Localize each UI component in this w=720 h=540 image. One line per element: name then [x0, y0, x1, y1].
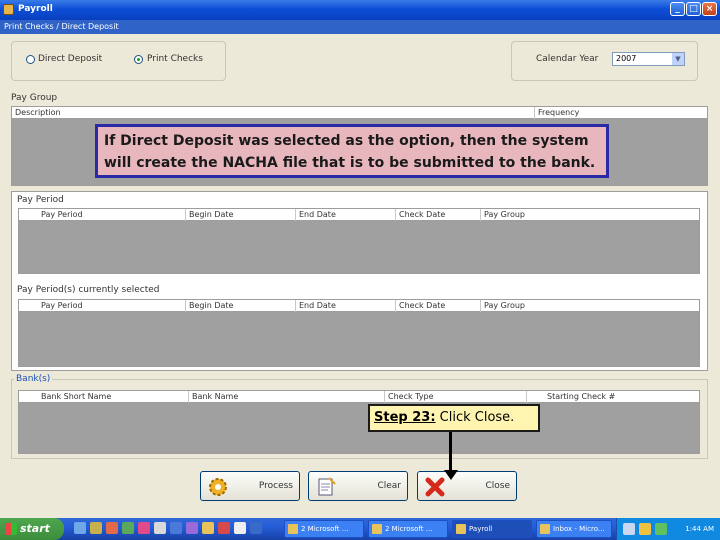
quick-launch-icon[interactable] — [106, 522, 118, 534]
taskbar: start 2 Microsoft ... 2 Microsoft ... Pa… — [0, 518, 720, 540]
pointer-arrow-icon — [449, 432, 452, 472]
pay-period-label: Pay Period — [17, 195, 64, 205]
quick-launch-icon[interactable] — [250, 522, 262, 534]
breadcrumb: Print Checks / Direct Deposit — [0, 20, 720, 34]
window-title: Payroll — [18, 4, 53, 14]
close-button[interactable]: Close — [417, 471, 517, 501]
close-label: Close — [485, 481, 510, 491]
quick-launch-icon[interactable] — [122, 522, 134, 534]
pay-group-header: Description Frequency — [12, 107, 707, 119]
arrow-head-icon — [444, 470, 458, 480]
selected-periods-label: Pay Period(s) currently selected — [17, 285, 160, 295]
process-label: Process — [258, 481, 293, 491]
minimize-button[interactable]: _ — [670, 2, 685, 16]
column-header[interactable]: Pay Group — [481, 209, 699, 221]
tray-icon[interactable] — [639, 523, 651, 535]
taskbar-item[interactable]: 2 Microsoft ... — [368, 520, 448, 538]
taskbar-item[interactable]: Inbox - Micro... — [536, 520, 612, 538]
window-icon — [540, 524, 550, 534]
quick-launch-icon[interactable] — [234, 522, 246, 534]
column-header[interactable]: Check Date — [396, 209, 481, 221]
clock[interactable]: 1:44 AM — [685, 518, 714, 540]
banks-grid[interactable]: Bank Short Name Bank Name Check Type Sta… — [18, 390, 700, 454]
column-header[interactable]: Description — [12, 107, 535, 119]
pay-period-grid[interactable]: Pay Period Begin Date End Date Check Dat… — [18, 208, 700, 274]
start-label: start — [20, 522, 50, 535]
quick-launch-icon[interactable] — [154, 522, 166, 534]
direct-deposit-label[interactable]: Direct Deposit — [38, 54, 102, 64]
close-icon — [425, 477, 445, 497]
taskbar-item[interactable]: 2 Microsoft ... — [284, 520, 364, 538]
quick-launch-icon[interactable] — [202, 522, 214, 534]
chevron-down-icon[interactable]: ▼ — [672, 53, 684, 65]
column-header[interactable]: Begin Date — [186, 300, 296, 312]
window-icon — [456, 524, 466, 534]
payroll-app-icon — [3, 4, 14, 15]
selected-periods-header: Pay Period Begin Date End Date Check Dat… — [19, 300, 699, 312]
column-header[interactable]: Frequency — [535, 107, 707, 119]
column-header[interactable]: Begin Date — [186, 209, 296, 221]
start-button[interactable]: start — [0, 518, 64, 540]
column-header[interactable]: Check Type — [385, 391, 527, 403]
column-header[interactable]: Bank Name — [189, 391, 385, 403]
column-header[interactable]: Pay Group — [481, 300, 699, 312]
quick-launch-icon[interactable] — [186, 522, 198, 534]
maximize-button[interactable]: □ — [686, 2, 701, 16]
print-checks-radio[interactable] — [134, 55, 143, 64]
tray-icon[interactable] — [623, 523, 635, 535]
window-icon — [372, 524, 382, 534]
column-header[interactable]: End Date — [296, 300, 396, 312]
print-checks-label[interactable]: Print Checks — [147, 54, 203, 64]
step-annotation: Step 23: Click Close. — [368, 404, 540, 432]
quick-launch-icon[interactable] — [218, 522, 230, 534]
calendar-year-label: Calendar Year — [536, 54, 599, 64]
tutorial-callout: If Direct Deposit was selected as the op… — [95, 124, 609, 178]
clear-button[interactable]: Clear — [308, 471, 408, 501]
banks-label: Bank(s) — [14, 374, 53, 384]
quick-launch-icon[interactable] — [90, 522, 102, 534]
selected-periods-grid[interactable]: Pay Period Begin Date End Date Check Dat… — [18, 299, 700, 367]
calendar-year-select[interactable]: 2007 ▼ — [612, 52, 685, 66]
step-text: Click Close. — [435, 410, 515, 425]
windows-logo-icon — [5, 523, 17, 535]
process-button[interactable]: Process — [200, 471, 300, 501]
clear-form-icon — [318, 477, 336, 496]
column-header[interactable]: Bank Short Name — [19, 391, 189, 403]
quick-launch-icon[interactable] — [74, 522, 86, 534]
column-header[interactable]: Pay Period — [19, 209, 186, 221]
column-header[interactable]: Starting Check # — [527, 391, 699, 403]
step-number: Step 23: — [374, 410, 436, 425]
system-tray: 1:44 AM — [616, 518, 720, 540]
window-titlebar: Payroll _ □ × — [0, 0, 720, 20]
close-window-button[interactable]: × — [702, 2, 717, 16]
taskbar-item[interactable]: Payroll — [452, 520, 532, 538]
pay-group-label: Pay Group — [11, 93, 58, 103]
clear-label: Clear — [377, 481, 401, 491]
quick-launch-icon[interactable] — [170, 522, 182, 534]
tray-icon[interactable] — [655, 523, 667, 535]
gear-icon — [209, 478, 227, 496]
pay-period-header: Pay Period Begin Date End Date Check Dat… — [19, 209, 699, 221]
column-header[interactable]: Pay Period — [19, 300, 186, 312]
window-icon — [288, 524, 298, 534]
banks-header: Bank Short Name Bank Name Check Type Sta… — [19, 391, 699, 403]
quick-launch-icon[interactable] — [138, 522, 150, 534]
column-header[interactable]: End Date — [296, 209, 396, 221]
direct-deposit-radio[interactable] — [26, 55, 35, 64]
calendar-year-value: 2007 — [616, 54, 637, 63]
column-header[interactable]: Check Date — [396, 300, 481, 312]
